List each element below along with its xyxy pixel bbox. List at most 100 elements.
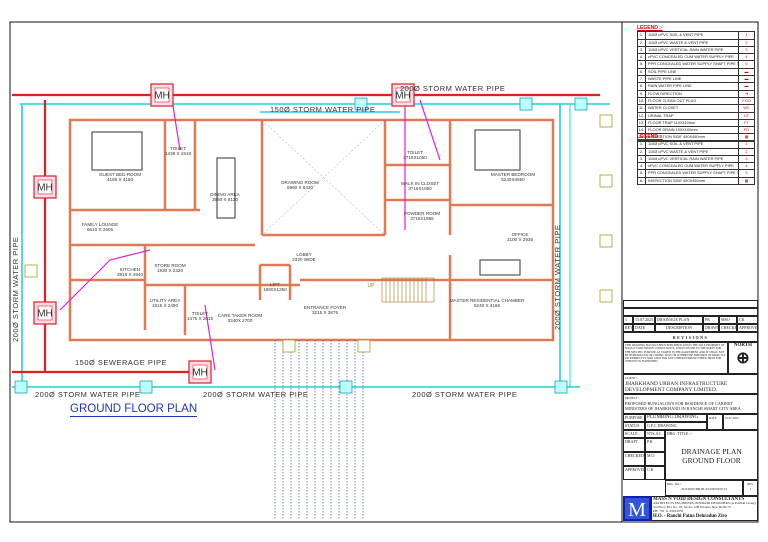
- legend-text: 110Ø uPVC VERTICAL RAIN WATER PIPE: [648, 155, 724, 161]
- room-size: 3915 X 4940: [116, 272, 144, 278]
- legend-text: cPVC CONCEALED CUM WATER SUPPLY PIPE: [648, 163, 734, 169]
- room-label: UTILITY AREA 1815 X 2490: [150, 298, 181, 309]
- room-label: CARE TAKER ROOM 3340X 2700: [218, 313, 263, 324]
- legend-symbol-icon: FCO: [738, 97, 754, 105]
- legend-symbol-icon: ➔: [738, 90, 754, 97]
- legend-text: 8.: [638, 83, 646, 90]
- legend-row: 3. 110Ø uPVC VERTICAL RAIN WATER PIPE 3: [637, 46, 755, 55]
- legend-text: FLOW DIRECTION: [648, 90, 682, 96]
- draft-value: P.K: [645, 438, 665, 452]
- legend-text: 6.: [638, 68, 646, 76]
- room-size: 1438 X 1518: [164, 151, 192, 157]
- legend-symbol-icon: ▦: [738, 177, 754, 185]
- room-size: 6960 X 6430: [286, 185, 314, 191]
- legend-text: SOIL PIPE LINE: [648, 68, 677, 74]
- legend-text: 10.: [638, 97, 646, 105]
- legend-symbol-icon: 4: [738, 163, 754, 170]
- legend-row: 13. FLOOR TRAP 110X110mm FT: [637, 119, 755, 128]
- legend-text: 110Ø uPVC SOIL & VENT PIPE: [648, 32, 704, 38]
- guest-bed: [91, 131, 143, 171]
- north-compass-icon: ⊕: [736, 349, 750, 367]
- rev-description: DRAINAGE PLAN: [655, 316, 703, 324]
- plan-title: GROUND FLOOR PLAN: [70, 403, 198, 417]
- legend-text: 110Ø uPVC WASTE & VENT PIPE: [648, 148, 709, 154]
- legend-row: 4. cPVC CONCEALED CUM WATER SUPPLY PIPE 4: [637, 163, 755, 171]
- legend-text: 110Ø uPVC VERTICAL RAIN WATER PIPE: [648, 46, 724, 52]
- drg-title-label: DRG. TITLE :-: [667, 431, 692, 436]
- title-block: 1 13.07.2023 DRAINAGE PLAN PK MSO CK REV…: [623, 300, 758, 521]
- legend-text: 13.: [638, 119, 646, 127]
- pipe-label: 200Ø STORM WATER PIPE: [203, 390, 309, 399]
- legend-secondary: LEGEND :- 1. 110Ø uPVC SOIL & VENT PIPE 1 2…: [637, 134, 755, 186]
- legend-row: 11. WATER CLOSET WC: [637, 105, 755, 113]
- room-label: DRAWING ROOM 6960 X 6430: [281, 180, 319, 191]
- revisions-heading: REVISIONS: [623, 332, 758, 342]
- manhole-label: MH: [37, 309, 53, 320]
- room-size: 3215 X 3675: [311, 310, 339, 316]
- room-label: STORE ROOM 1930 X 2320: [154, 263, 185, 274]
- rev-approved: CK: [737, 316, 758, 324]
- checked-value: M.O: [645, 452, 665, 466]
- room-size: 5240 X 4166: [473, 303, 501, 309]
- legend-symbol-icon: 2: [738, 39, 754, 46]
- drg-title-line2: GROUND FLOOR: [682, 455, 741, 465]
- room-label: POWDER ROOM 3715X1955: [404, 211, 440, 222]
- room-size: 1930 X 2320: [156, 268, 184, 274]
- room-label: WALK IN CLOSET 3715X1950: [401, 181, 439, 192]
- master-bed: [474, 129, 521, 171]
- north-label: NORTH: [733, 343, 753, 348]
- purpose-label: PURPOSE: [623, 414, 645, 422]
- legend-symbol-icon: 1: [738, 141, 754, 148]
- legend-row: 5. PPR CONCEALED WATER SUPPLY SHAFT PIPE …: [637, 170, 755, 178]
- legend-text: RAIN WATER PIPE LINE: [648, 83, 692, 89]
- legend-text: 5.: [638, 61, 646, 68]
- room-label: TOILET 1475 X 2015: [187, 311, 213, 322]
- legend-row: 6. SOIL PIPE LINE ▬: [637, 68, 755, 77]
- room-size: 3100 X 2936: [506, 237, 534, 243]
- legend-text: INSPECTION SIDE 450X450mm: [648, 177, 706, 183]
- room-label: ENTRANCE FOYER 3215 X 3675: [304, 305, 346, 316]
- rev-number: 1: [623, 316, 633, 324]
- legend-symbol-icon: 1: [738, 32, 754, 39]
- legend-text: WATER CLOSET: [648, 105, 679, 111]
- legend-text: 4.: [638, 54, 646, 61]
- legend-text: 1.: [638, 32, 646, 39]
- pipe-label: 200Ø STORM WATER PIPE: [11, 236, 20, 342]
- scale-value: NTS.A3: [645, 430, 665, 438]
- pipe-label: 200Ø STORM WATER PIPE: [553, 224, 562, 330]
- rev-drawn: PK: [703, 316, 719, 324]
- legend-symbol-icon: ▬: [738, 83, 754, 90]
- room-size: 3550 X 8120: [211, 197, 239, 203]
- legend-row: 6. INSPECTION SIDE 450X450mm ▦: [637, 177, 755, 186]
- legend-text: cPVC CONCEALED CUM WATER SUPPLY PIPE: [648, 54, 734, 60]
- legend-text: PPR CONCEALED WATER SUPPLY SHAFT PIPE TO…: [648, 61, 738, 67]
- room-size: 1475 X 2015: [186, 316, 214, 322]
- firm-logo: M: [623, 496, 651, 521]
- room-label: GUEST BED ROOM 4165 X 4150: [99, 172, 141, 183]
- pipe-label: 200Ø STORM WATER PIPE: [400, 84, 506, 93]
- legend-text: 7.: [638, 76, 646, 83]
- status-label: STATUS: [623, 422, 645, 430]
- legend-text: WASTE PIPE LINE: [648, 76, 682, 82]
- pipe-label: 200Ø STORM WATER PIPE: [35, 390, 141, 399]
- date-value: 10.07.2023: [723, 414, 758, 430]
- legend-row: 10. FLOOR CLEAN OUT PLUG FCO: [637, 97, 755, 106]
- manhole-label: MH: [192, 368, 208, 379]
- legend-text: 1.: [638, 141, 646, 148]
- legend-symbol-icon: 3: [738, 155, 754, 163]
- scale-label: SCALE :: [623, 430, 645, 438]
- rev-date: 13.07.2023: [633, 316, 655, 324]
- legend-text: FLOOR DRAIN 100X100mm: [648, 127, 698, 133]
- legend-text: 2.: [638, 39, 646, 46]
- room-label: OFFICE 3100 X 2936: [507, 232, 533, 243]
- legend-symbol-icon: 2: [738, 148, 754, 155]
- legend-symbol-icon: 3: [738, 46, 754, 54]
- manhole-icon: MH: [188, 360, 212, 384]
- drg-no-value: 2023/MNV/MR-BL/PL/DR/WD/P-01: [681, 486, 727, 491]
- rev-value: 1: [749, 486, 752, 491]
- legend-row: 2. 110Ø uPVC WASTE & VENT PIPE 2: [637, 39, 755, 47]
- legend-symbol-icon: 4: [738, 54, 754, 61]
- legend-text: 5.: [638, 170, 646, 177]
- header-description: DESCRIPTION: [655, 324, 703, 332]
- legend-text: 4.: [638, 163, 646, 170]
